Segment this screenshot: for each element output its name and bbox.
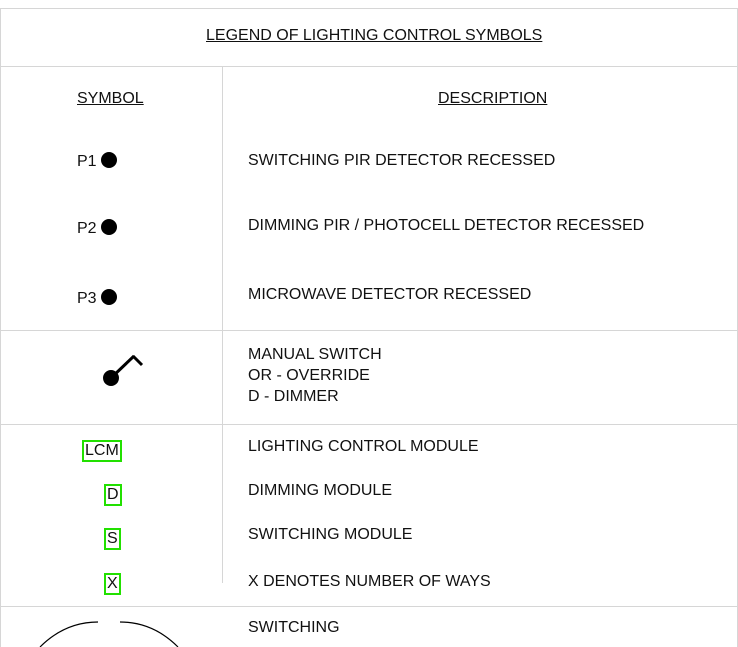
description-text: SWITCHING MODULE	[248, 526, 413, 543]
column-divider	[222, 66, 223, 583]
description-text: SWITCHING PIR DETECTOR RECESSED	[248, 152, 556, 169]
description-text: MICROWAVE DETECTOR RECESSED	[248, 286, 532, 303]
filled-circle-icon	[100, 288, 117, 305]
title-divider	[0, 66, 738, 67]
module-symbol-s: S	[104, 528, 121, 550]
symbol-code: P1	[77, 153, 97, 170]
module-symbol-x: X	[104, 573, 121, 595]
description-line: MANUAL SWITCH	[248, 346, 382, 363]
detector-symbol: P3	[77, 288, 117, 308]
manual-switch-icon	[103, 354, 144, 386]
description-line: OR - OVERRIDE	[248, 367, 370, 384]
lighting-legend: LEGEND OF LIGHTING CONTROL SYMBOLS SYMBO…	[0, 0, 738, 647]
description-text: SWITCHING	[248, 619, 340, 636]
outer-left-border	[0, 8, 1, 647]
module-symbol-d: D	[104, 484, 122, 506]
description-text: LIGHTING CONTROL MODULE	[248, 438, 479, 455]
description-text: DIMMING MODULE	[248, 482, 392, 499]
symbol-code: P3	[77, 290, 97, 307]
top-border	[0, 8, 738, 9]
symbol-column-header: SYMBOL	[77, 90, 144, 107]
symbol-code: P2	[77, 220, 97, 237]
switching-arc-icon	[39, 621, 179, 647]
description-text: X DENOTES NUMBER OF WAYS	[248, 573, 491, 590]
legend-title: LEGEND OF LIGHTING CONTROL SYMBOLS	[206, 27, 543, 44]
description-column-header: DESCRIPTION	[438, 90, 548, 107]
filled-circle-icon	[100, 218, 117, 235]
description-line: D - DIMMER	[248, 388, 339, 405]
row-divider	[0, 424, 738, 425]
row-divider	[0, 606, 738, 607]
description-text: DIMMING PIR / PHOTOCELL DETECTOR RECESSE…	[248, 217, 645, 234]
row-divider	[0, 330, 738, 331]
filled-circle-icon	[100, 151, 117, 168]
detector-symbol: P1	[77, 151, 117, 171]
description-text-multiline: MANUAL SWITCH OR - OVERRIDE D - DIMMER	[248, 344, 382, 407]
detector-symbol: P2	[77, 218, 117, 238]
module-symbol-lcm: LCM	[82, 440, 122, 462]
